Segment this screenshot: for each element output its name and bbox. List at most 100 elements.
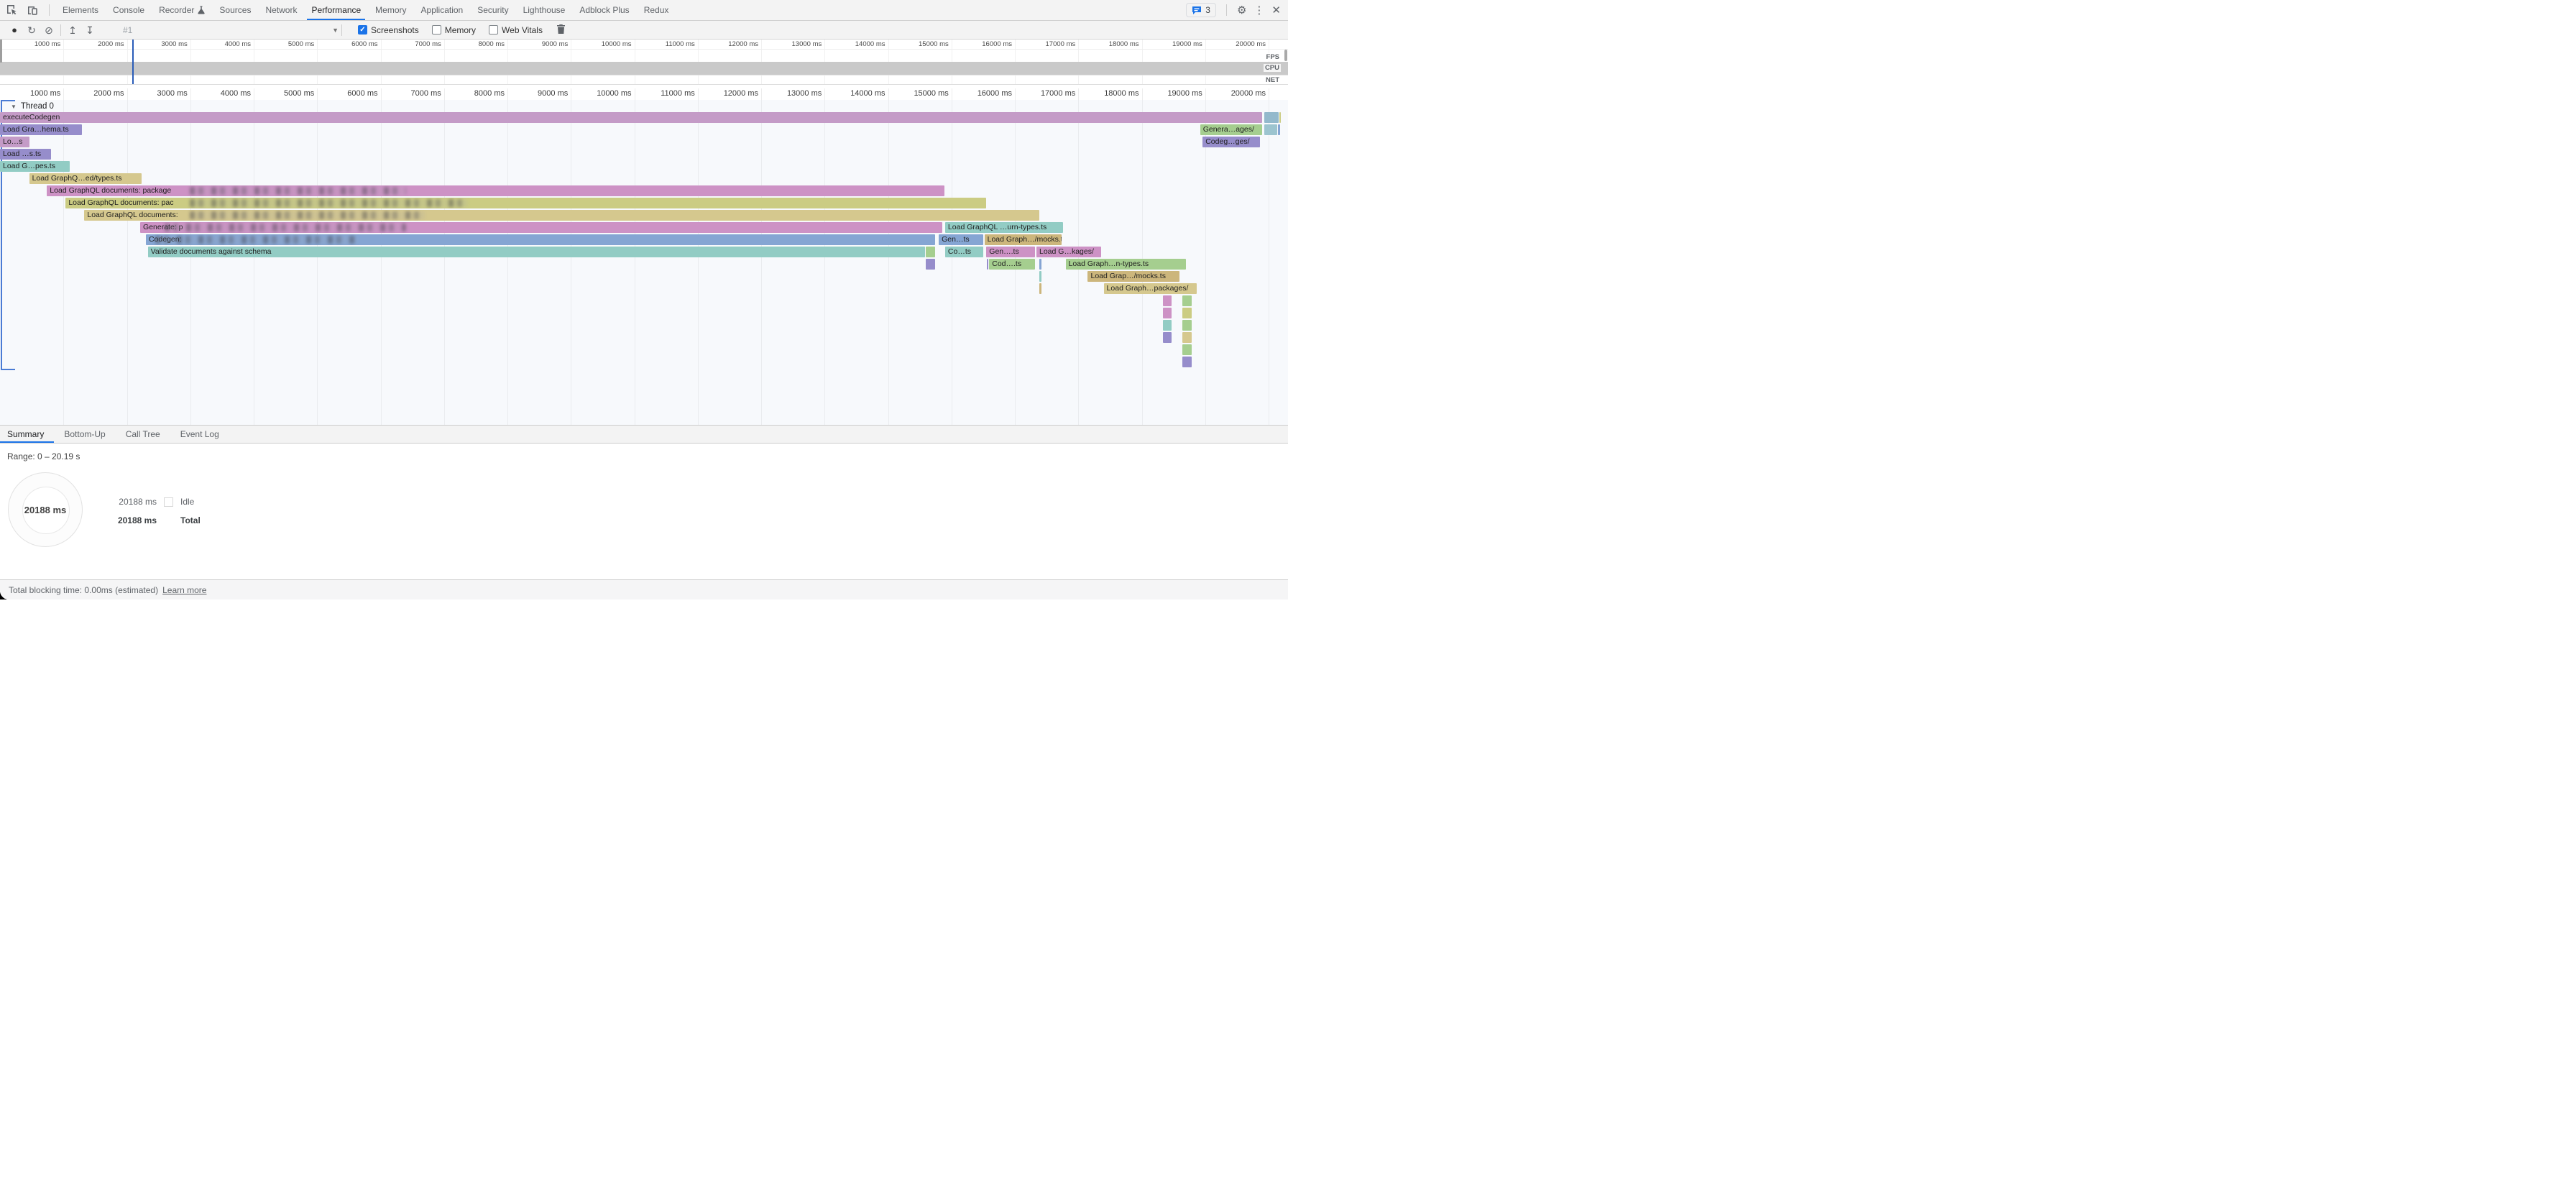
flame-bar[interactable] (1163, 295, 1172, 306)
flame-bar[interactable] (1182, 357, 1192, 367)
flame-bar[interactable] (1163, 332, 1172, 343)
ruler-tick-label: 1000 ms (0, 89, 60, 98)
flame-bar[interactable] (1039, 259, 1041, 270)
ruler-tick-label: 5000 ms (252, 40, 314, 48)
reload-and-record-button[interactable]: ↻ (23, 25, 40, 35)
tab-security[interactable]: Security (470, 0, 515, 20)
tab-redux[interactable]: Redux (637, 0, 676, 20)
tab-event-log[interactable]: Event Log (170, 426, 229, 443)
tab-call-tree[interactable]: Call Tree (116, 426, 170, 443)
inspect-element-icon[interactable] (6, 4, 19, 17)
delete-profile-button[interactable] (553, 24, 570, 35)
flame-bar[interactable]: Load G…pes.ts (0, 161, 70, 172)
flame-bar[interactable]: Co…ts (945, 247, 983, 257)
flame-bar[interactable] (1039, 283, 1041, 294)
memory-checkbox[interactable] (432, 25, 441, 35)
tab-elements[interactable]: Elements (55, 0, 106, 20)
flame-bar[interactable]: Load Graph…n-types.ts (1066, 259, 1187, 270)
flame-bar[interactable]: Load Graph…packages/ (1104, 283, 1197, 294)
flame-bar[interactable]: Gen….ts (986, 247, 1035, 257)
flame-bar[interactable] (926, 259, 934, 270)
donut-total-value: 20188 ms (9, 473, 82, 546)
flame-bar[interactable]: Load GraphQL …urn-types.ts (945, 222, 1063, 233)
flame-bar[interactable]: Lo…s (0, 137, 29, 147)
tab-console[interactable]: Console (106, 0, 152, 20)
screenshots-checkbox-group[interactable]: ✓ Screenshots (358, 25, 419, 35)
ruler-tick-label: 8000 ms (443, 40, 505, 48)
flame-bar[interactable]: Load GraphQL documents: pac (65, 198, 986, 208)
flame-bar[interactable] (1182, 320, 1192, 331)
settings-gear-icon[interactable]: ⚙ (1237, 5, 1246, 16)
overview-left-grip[interactable] (0, 40, 2, 63)
tab-label: Memory (375, 5, 406, 15)
save-profile-button[interactable]: ↧ (81, 25, 98, 35)
flame-bar-label: Load Graph…/mocks.ts (985, 234, 1062, 245)
flame-bar[interactable]: Load Grap…/mocks.ts (1087, 271, 1179, 282)
flame-bar[interactable]: Gen…ts (939, 234, 983, 245)
vertical-scrollbar-thumb[interactable] (1284, 50, 1287, 61)
load-profile-button[interactable]: ↥ (64, 25, 81, 35)
tab-performance[interactable]: Performance (304, 0, 368, 20)
tab-recorder[interactable]: Recorder (152, 0, 212, 20)
issues-button[interactable]: 3 (1186, 3, 1216, 17)
clear-button[interactable]: ⊘ (40, 25, 58, 35)
flame-bar[interactable]: executeCodegen (0, 112, 1262, 123)
tab-lighthouse[interactable]: Lighthouse (516, 0, 573, 20)
flame-bar-label: Load GraphQL documents: package (47, 185, 944, 196)
ruler-tick-label: 17000 ms (1013, 40, 1075, 48)
flame-bar[interactable]: Load GraphQL documents: (84, 210, 1039, 221)
flame-bar[interactable]: Load GraphQ…ed/types.ts (29, 173, 142, 184)
tab-network[interactable]: Network (258, 0, 304, 20)
flame-bar[interactable]: Load Gra…hema.ts (0, 124, 82, 135)
tab-adblock-plus[interactable]: Adblock Plus (572, 0, 636, 20)
tab-memory[interactable]: Memory (368, 0, 413, 20)
flame-bar[interactable]: Codeg…ges/ (1202, 137, 1259, 147)
flame-bar[interactable]: Load …s.ts (0, 149, 51, 160)
flame-bar[interactable] (1163, 320, 1172, 331)
web-vitals-checkbox-group[interactable]: Web Vitals (489, 25, 543, 35)
redacted-text (190, 199, 468, 207)
learn-more-link[interactable]: Learn more (162, 585, 206, 595)
ruler-tick-label: 13000 ms (760, 89, 822, 98)
flame-bar[interactable] (926, 247, 934, 257)
flame-bar[interactable] (1279, 112, 1281, 123)
flame-bar[interactable] (1278, 124, 1280, 135)
flame-bar[interactable]: Load GraphQL documents: package (47, 185, 944, 196)
flame-bar[interactable] (1264, 112, 1279, 123)
tab-sources[interactable]: Sources (212, 0, 258, 20)
divider (1226, 4, 1227, 16)
timeline-overview[interactable]: 1000 ms2000 ms3000 ms4000 ms5000 ms6000 … (0, 40, 1288, 85)
ruler-tick-label: 16000 ms (950, 89, 1012, 98)
flame-bar[interactable]: Cod….ts (989, 259, 1035, 270)
flame-bar[interactable] (1264, 124, 1278, 135)
flame-bar[interactable]: Load Graph…/mocks.ts (985, 234, 1062, 245)
flame-bar[interactable]: Genera…ages/ (1200, 124, 1262, 135)
screenshots-checkbox[interactable]: ✓ (358, 25, 367, 35)
tab-bottom-up[interactable]: Bottom-Up (54, 426, 115, 443)
flame-bar[interactable] (1182, 344, 1192, 355)
flame-bar[interactable] (1182, 295, 1192, 306)
flame-bar[interactable]: Load G…kages/ (1036, 247, 1101, 257)
flame-bar[interactable]: Generate: p (140, 222, 942, 233)
flask-icon (198, 6, 205, 14)
web-vitals-checkbox[interactable] (489, 25, 498, 35)
flame-bar[interactable]: Codegen: (146, 234, 935, 245)
tab-application[interactable]: Application (414, 0, 471, 20)
idle-label: Idle (180, 497, 194, 507)
record-button[interactable]: ● (6, 25, 23, 35)
profile-history-select[interactable]: #1 ▼ (123, 25, 339, 35)
flame-bar[interactable] (1182, 308, 1192, 318)
flame-bar[interactable] (1039, 271, 1041, 282)
thread-header[interactable]: ▼ Thread 0 (11, 101, 54, 112)
memory-checkbox-group[interactable]: Memory (432, 25, 476, 35)
device-toolbar-icon[interactable] (26, 4, 39, 17)
flame-bar[interactable] (1182, 332, 1192, 343)
tab-summary[interactable]: Summary (0, 426, 54, 443)
close-icon[interactable]: ✕ (1271, 5, 1281, 16)
more-options-icon[interactable]: ⋮ (1254, 5, 1264, 16)
cpu-lane-label: CPU (1264, 64, 1281, 72)
gridline (381, 100, 382, 425)
flame-bar[interactable]: Validate documents against schema (148, 247, 925, 257)
flame-bar[interactable] (1163, 308, 1172, 318)
flame-bar-label: Gen…ts (939, 234, 983, 245)
